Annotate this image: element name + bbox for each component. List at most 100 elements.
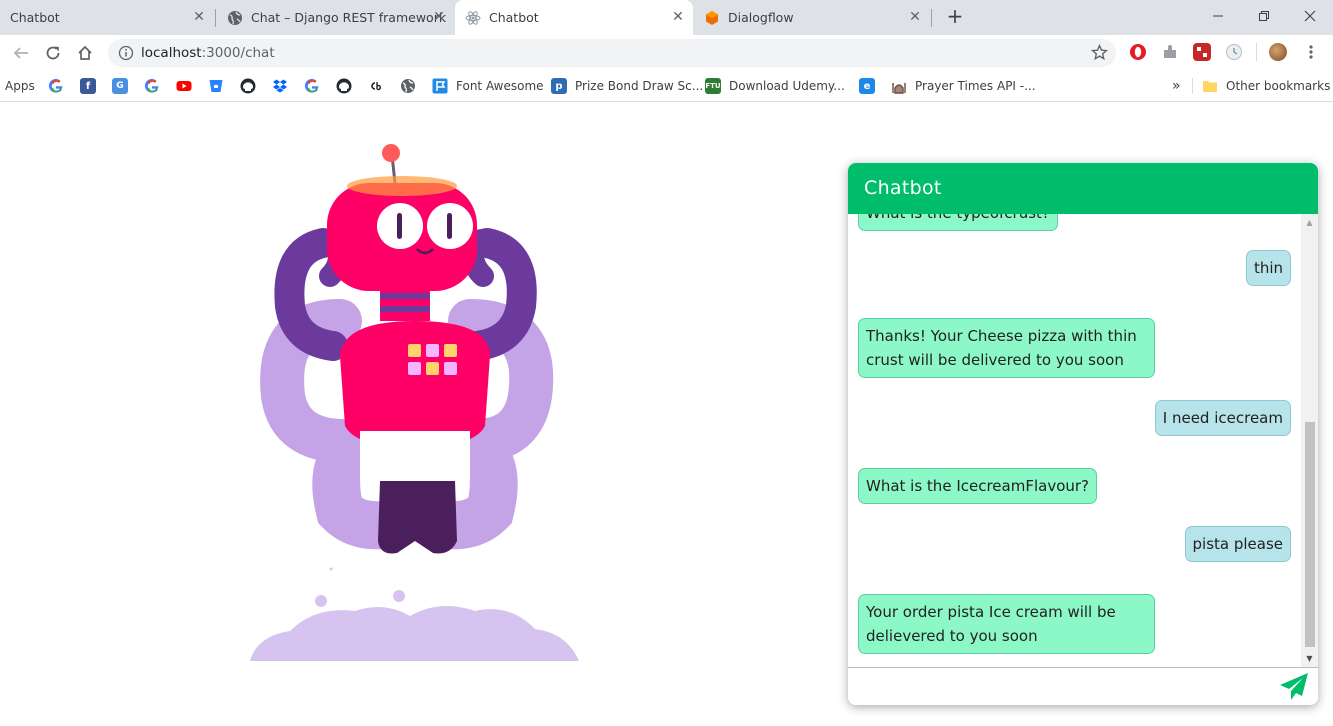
chat-title: Chatbot xyxy=(864,177,942,199)
translate-icon: G xyxy=(112,78,128,94)
bot-message: Your order pista Ice cream will be delie… xyxy=(858,594,1155,654)
github-bookmark-2[interactable] xyxy=(336,77,352,95)
send-button[interactable] xyxy=(1278,671,1310,703)
dialogflow-icon xyxy=(706,10,718,25)
menu-button[interactable] xyxy=(1303,44,1319,64)
url-path: :3000/chat xyxy=(201,45,275,61)
translate-bookmark[interactable]: G xyxy=(112,77,128,95)
ftu-icon: FTU xyxy=(705,78,721,94)
tab-dialogflow[interactable]: Dialogflow ✕ xyxy=(694,0,930,35)
url-text[interactable]: localhost:3000/chat xyxy=(141,45,275,61)
bookmark-label: Font Awesome xyxy=(456,79,544,93)
other-bookmarks-folder[interactable]: Other bookmarks xyxy=(1202,77,1330,95)
facebook-icon: f xyxy=(80,78,96,94)
clock-extension-icon[interactable] xyxy=(1225,43,1243,61)
reload-icon xyxy=(46,46,60,60)
google-icon xyxy=(48,78,63,93)
bookmark-star-icon[interactable] xyxy=(1091,44,1108,61)
bot-message: What is the typeofcrust? xyxy=(858,214,1058,231)
minimize-button[interactable] xyxy=(1195,0,1241,32)
react-icon xyxy=(465,10,481,25)
address-bar[interactable]: localhost:3000/chat xyxy=(108,39,1116,67)
avatar[interactable] xyxy=(1269,43,1287,61)
close-tab-icon[interactable]: ✕ xyxy=(908,10,922,24)
chatbot-widget: Chatbot What is the typeofcrust? thin Th… xyxy=(848,163,1318,705)
bitbucket-icon xyxy=(209,80,223,92)
bookmark-label: Prize Bond Draw Sc... xyxy=(575,79,704,93)
scroll-thumb[interactable] xyxy=(1305,422,1315,647)
info-icon[interactable] xyxy=(118,45,134,61)
scroll-up-arrow-icon[interactable]: ▲ xyxy=(1301,214,1318,231)
puzzle-extension-icon[interactable] xyxy=(1161,43,1179,61)
github-icon xyxy=(336,78,352,94)
restore-button[interactable] xyxy=(1241,0,1287,32)
tab-separator xyxy=(931,9,932,27)
tab-django-rest[interactable]: Chat – Django REST framework ✕ xyxy=(218,0,454,35)
github-icon xyxy=(240,78,256,94)
mosque-icon xyxy=(892,83,906,94)
red-extension-icon[interactable] xyxy=(1193,43,1211,61)
dropbox-icon xyxy=(273,79,287,93)
url-host: localhost xyxy=(141,45,202,61)
tab-title: Chatbot xyxy=(489,10,539,25)
restore-icon xyxy=(1259,11,1269,21)
chat-footer xyxy=(848,667,1318,705)
google-bookmark-3[interactable] xyxy=(304,77,320,95)
bookmarks-bar: Apps f G Font Awesome p Prize Bond Draw … xyxy=(0,70,1333,102)
scroll-down-arrow-icon[interactable]: ▼ xyxy=(1301,650,1318,667)
tab-strip: Chatbot ✕ Chat – Django REST framework ✕… xyxy=(0,0,1333,35)
cb-bookmark[interactable] xyxy=(368,77,384,95)
tab-title: Chat – Django REST framework xyxy=(251,10,447,25)
opera-extension-icon[interactable] xyxy=(1129,43,1147,61)
google-bookmark[interactable] xyxy=(48,77,64,95)
apps-bookmark[interactable]: Apps xyxy=(5,77,35,95)
user-message: thin xyxy=(1245,250,1291,286)
page-content: Chatbot What is the typeofcrust? thin Th… xyxy=(0,103,1333,726)
minimize-icon xyxy=(1213,15,1223,17)
tab-chatbot-active[interactable]: Chatbot ✕ xyxy=(455,0,693,35)
user-message: pista please xyxy=(1184,526,1291,562)
google-icon xyxy=(304,78,319,93)
chat-header: Chatbot xyxy=(848,163,1318,214)
ie-bookmark[interactable]: e xyxy=(859,77,875,95)
globe-icon xyxy=(228,10,242,25)
close-tab-icon[interactable]: ✕ xyxy=(671,10,685,24)
arrow-left-icon xyxy=(13,47,28,59)
bookmark-udemy[interactable]: FTU Download Udemy... xyxy=(705,77,845,95)
github-bookmark[interactable] xyxy=(240,77,256,95)
more-bookmarks-button[interactable]: » xyxy=(1172,77,1181,95)
facebook-bookmark[interactable]: f xyxy=(80,77,96,95)
tab-title: Chatbot xyxy=(10,10,60,25)
bookmark-label: Prayer Times API -... xyxy=(915,79,1036,93)
message-input[interactable] xyxy=(848,668,1268,705)
bookmark-prize-bond[interactable]: p Prize Bond Draw Sc... xyxy=(551,77,703,95)
home-icon xyxy=(78,45,92,60)
tab-title: Dialogflow xyxy=(728,10,794,25)
bookmark-prayer-times[interactable]: Prayer Times API -... xyxy=(891,77,1036,95)
toolbar-separator xyxy=(1256,43,1257,61)
reload-button[interactable] xyxy=(40,40,66,66)
chat-messages[interactable]: What is the typeofcrust? thin Thanks! Yo… xyxy=(848,214,1318,667)
more-vert-icon xyxy=(1309,45,1313,59)
youtube-bookmark[interactable] xyxy=(176,77,192,95)
home-button[interactable] xyxy=(72,40,98,66)
bitbucket-bookmark[interactable] xyxy=(208,77,224,95)
bookmarks-separator xyxy=(1192,78,1193,94)
new-tab-button[interactable]: + xyxy=(944,6,966,28)
bookmark-font-awesome[interactable]: Font Awesome xyxy=(432,77,544,95)
tab-chatbot-1[interactable]: Chatbot ✕ xyxy=(0,0,214,35)
chat-scrollbar[interactable]: ▲ ▼ xyxy=(1301,214,1318,667)
dropbox-bookmark[interactable] xyxy=(272,77,288,95)
prize-bond-icon: p xyxy=(551,78,567,94)
close-window-button[interactable] xyxy=(1287,0,1333,32)
google-icon xyxy=(144,78,159,93)
ie-icon: e xyxy=(859,78,875,94)
robot-illustration xyxy=(250,144,579,661)
close-tab-icon[interactable]: ✕ xyxy=(432,10,446,24)
google-bookmark-2[interactable] xyxy=(144,77,160,95)
back-button[interactable] xyxy=(8,40,34,66)
close-tab-icon[interactable]: ✕ xyxy=(192,10,206,24)
user-message: I need icecream xyxy=(1154,400,1291,436)
web-bookmark[interactable] xyxy=(400,77,416,95)
paper-plane-icon xyxy=(1280,673,1308,700)
